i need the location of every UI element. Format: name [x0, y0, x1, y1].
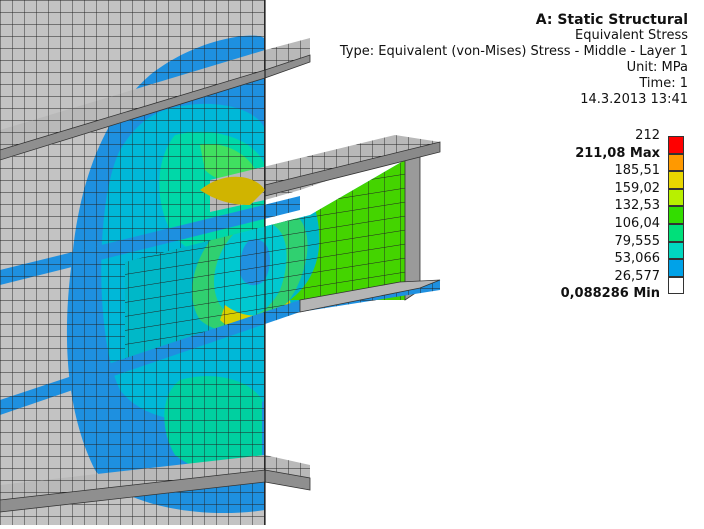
- legend-swatch: [668, 188, 684, 207]
- legend-label: 159,02: [614, 180, 661, 196]
- legend-label: 53,066: [614, 251, 661, 267]
- legend-swatch: [668, 224, 684, 242]
- legend-label: 212: [635, 128, 660, 143]
- legend-swatch: [668, 276, 684, 295]
- legend-swatch: [668, 153, 684, 172]
- analysis-title: A: Static Structural: [535, 12, 688, 28]
- legend-label: 79,555: [614, 233, 661, 249]
- legend-swatch: [668, 136, 684, 154]
- legend-label: 185,51: [614, 163, 661, 179]
- legend-swatch: [668, 259, 684, 277]
- legend-label: 211,08 Max: [575, 145, 660, 161]
- result-name: Equivalent Stress: [574, 28, 688, 43]
- result-date: 14.3.2013 13:41: [580, 92, 688, 107]
- result-unit: Unit: MPa: [626, 60, 688, 75]
- legend-label: 26,577: [614, 268, 661, 284]
- result-time: Time: 1: [639, 76, 688, 91]
- legend-label: 132,53: [614, 198, 661, 214]
- legend-label: 106,04: [614, 216, 661, 231]
- legend-swatch: [668, 171, 684, 189]
- legend-label: 0,088286 Min: [560, 286, 660, 302]
- legend-swatch: [668, 241, 684, 260]
- legend-swatch: [668, 206, 684, 224]
- result-info-panel: A: Static Structural Equivalent Stress T…: [340, 12, 688, 108]
- color-legend[interactable]: 212 211,08 Max 185,51 159,02 132,53 106,04 79,…: [500, 128, 700, 314]
- result-type: Type: Equivalent (von-Mises) Stress - Mi…: [339, 44, 688, 59]
